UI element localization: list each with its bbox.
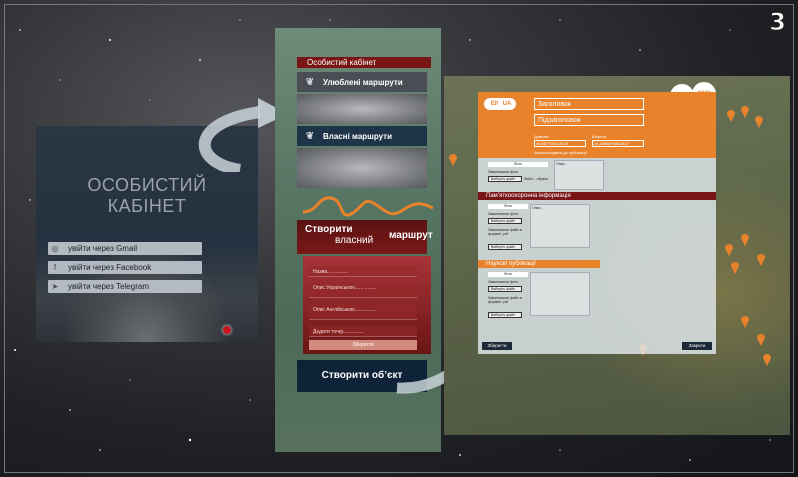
map-pin-icon[interactable] [740,104,750,118]
create-object-button[interactable]: Створити об’єкт [297,360,427,392]
map-pin-icon[interactable] [740,314,750,328]
login-title: ОСОБИСТИЙ КАБІНЕТ [36,175,258,217]
photo-header: Фото [488,162,548,167]
gmail-icon: ◎ [51,244,59,253]
map-pin-icon[interactable] [730,260,740,274]
lon-label: Широта [592,134,607,139]
login-telegram-button[interactable]: ➤ увійти через Telegram [48,280,202,293]
map-pin-icon[interactable] [726,108,736,122]
facebook-icon: f [53,263,57,272]
map-pin-icon[interactable] [762,352,772,366]
login-title-line2: КАБІНЕТ [107,196,187,216]
photo-header-3: Фото [488,272,528,277]
login-facebook-label: увійти через Facebook [68,263,152,272]
login-gmail-label: увійти через Gmail [68,244,137,253]
file-status: Файл... обрано [524,177,549,181]
create-route-button[interactable]: Створити власний маршрут [297,220,433,254]
map-pin-icon[interactable] [756,332,766,346]
page-number: 3 [769,8,787,37]
map-pin-icon[interactable] [448,152,458,166]
lon-input[interactable]: 24.3659879842812 [592,140,644,147]
object-recommend-checkbox[interactable]: Запропонувати до публікації [534,150,587,155]
object-subtitle-input[interactable]: Підзаголовок [534,114,644,126]
cabinet-panel: Особистий кабінет ❦ Улюблені маршрути ❦ … [275,28,441,452]
cabinet-header: Особистий кабінет [297,57,431,68]
object-close-button[interactable]: Закрити [682,342,712,350]
science-section-header: Наукові публікації [478,260,600,268]
map-pin-icon[interactable] [740,232,750,246]
login-title-line1: ОСОБИСТИЙ [87,175,207,195]
login-illustration [66,244,226,342]
login-gmail-button[interactable]: ◎ увійти через Gmail [48,242,202,255]
telegram-icon: ➤ [51,282,59,291]
favorite-routes-image [297,94,427,124]
login-telegram-label: увійти через Telegram [68,282,149,291]
route-desc-ua-input[interactable]: Опис Українською............... [309,282,417,298]
choose-photo-button-3[interactable]: Виберіть файл [488,286,522,292]
upload-photo-label: Завантажити фото [488,170,519,174]
upload-pdf-label-2: Завантажити файл в форматі .pdf [488,296,522,304]
route-name-input[interactable]: Назва............... [309,266,417,277]
lat-input[interactable]: 49.687703013726 [534,140,586,147]
map-panel: ◍ 360° EN UA Заголовок Підзаголовок Довг… [444,76,790,435]
map-pin-icon[interactable] [756,252,766,266]
favorite-routes-button[interactable]: ❦ Улюблені маршрути [297,72,427,92]
upload-photo-label-3: Завантажити фото [488,280,519,284]
create-route-line3: маршрут [389,230,433,241]
photo-header-2: Фото [488,204,528,209]
own-routes-image [297,148,427,188]
lat-label: Довгота [534,134,549,139]
own-routes-button[interactable]: ❦ Власні маршрути [297,126,427,146]
choose-photo-button-2[interactable]: Виберіть файл [488,218,522,224]
route-form: Назва............... Опис Українською...… [303,256,431,354]
map-pin-icon[interactable] [754,114,764,128]
login-panel: ОСОБИСТИЙ КАБІНЕТ ◎ увійти через Gmail f… [36,126,258,342]
object-form: EN UA Заголовок Підзаголовок Довгота Шир… [478,92,716,354]
object-form-header: EN UA Заголовок Підзаголовок Довгота Шир… [478,92,716,158]
login-facebook-button[interactable]: f увійти через Facebook [48,261,202,274]
create-route-line2: власний [335,235,374,246]
object-save-button[interactable]: Зберегти [482,342,512,350]
choose-photo-button[interactable]: Виберіть файл [488,176,522,182]
map-pin-icon[interactable] [724,242,734,256]
route-save-button[interactable]: Зберегти [309,340,417,350]
lang-ua-toggle[interactable]: UA [498,98,516,110]
object-title-input[interactable]: Заголовок [534,98,644,110]
upload-photo-label-2: Завантажити фото [488,212,519,216]
favorite-routes-label: Улюблені маршрути [323,77,403,87]
science-caption-box[interactable] [530,272,590,316]
create-route-line1: Створити [305,224,353,235]
photo-caption-hint: Опис... [556,162,568,166]
red-marker-dot [223,326,231,334]
dragon-icon: ❦ [305,76,315,88]
dragon-icon: ❦ [305,130,315,142]
add-point-select[interactable]: Додати точку............... [309,326,417,337]
monument-section-header: Пам’яткоохоронна інформація [478,192,716,200]
own-routes-label: Власні маршрути [323,131,393,141]
monument-caption-box[interactable] [530,204,590,248]
monument-caption-hint: Опис... [532,206,544,210]
choose-pdf-button[interactable]: Виберіть файл [488,244,522,250]
route-desc-en-input[interactable]: Опис Англійською............... [309,304,417,320]
choose-pdf-button-2[interactable]: Виберіть файл [488,312,522,318]
upload-pdf-label: Завантажити файл в форматі .pdf [488,228,522,236]
